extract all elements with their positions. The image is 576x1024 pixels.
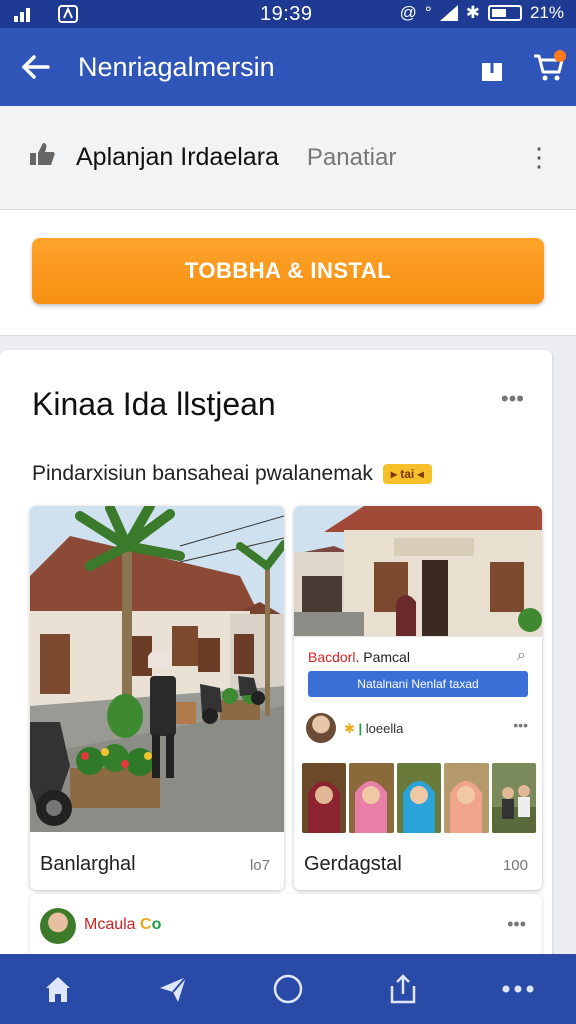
photo-card-left[interactable]: Banlarghal lo7 <box>30 506 284 890</box>
bottom-nav <box>0 954 576 1024</box>
photo-caption-left: Banlarghal <box>40 853 136 875</box>
thumbnail[interactable] <box>491 763 537 833</box>
nav-circle[interactable] <box>248 954 328 1024</box>
more-icon <box>502 985 534 993</box>
share-button[interactable] <box>464 28 520 106</box>
app-bar: Nenriagalmersin <box>0 28 576 106</box>
star-icon: ✱ <box>344 721 355 736</box>
install-section: TOBBHA & INSTAL <box>0 210 576 336</box>
battery-percent: 21% <box>529 3 564 22</box>
back-arrow-icon <box>21 55 50 79</box>
subheader-tag: Panatiar <box>306 143 397 171</box>
post-badge: ▸ tai ◂ <box>382 464 432 484</box>
nav-share[interactable] <box>363 954 443 1024</box>
send-icon <box>159 976 187 1002</box>
more-horizontal-icon[interactable]: ••• <box>501 386 524 412</box>
subheader-title: Aplanjan Irdaelara <box>76 143 279 171</box>
more-horizontal-icon[interactable]: ••• <box>513 717 528 733</box>
embedded-action-button[interactable]: Natalnani Nenlaf taxad <box>308 671 528 697</box>
battery-icon <box>487 5 522 21</box>
subheader: Aplanjan Irdaelara Panatiar ⋮ <box>0 106 576 210</box>
more-horizontal-icon[interactable]: ••• <box>507 914 526 935</box>
thumbnail[interactable] <box>396 763 442 833</box>
avatar[interactable] <box>306 713 336 743</box>
status-bar: 19:39 @ ° ✱ 21% <box>0 0 576 28</box>
avatar[interactable] <box>40 908 76 944</box>
app-notification-icon <box>58 5 78 23</box>
install-button[interactable]: TOBBHA & INSTAL <box>32 238 544 304</box>
thumbnail[interactable] <box>302 763 347 833</box>
signal-icon <box>14 8 30 22</box>
status-left <box>14 5 78 23</box>
bluetooth-icon: ✱ <box>465 3 480 22</box>
street-house-photo <box>30 506 284 832</box>
circle-icon <box>273 974 303 1004</box>
status-right: @ ° ✱ 21% <box>400 3 564 23</box>
status-time: 19:39 <box>260 3 313 25</box>
cart-badge-dot <box>554 50 566 62</box>
cell-signal-icon <box>439 5 458 21</box>
house-photo <box>294 506 542 636</box>
search-icon[interactable]: ⌕ <box>517 647 526 665</box>
nav-send[interactable] <box>133 954 213 1024</box>
post-title: Kinaa Ida llstjean <box>32 386 276 422</box>
share-icon <box>482 51 502 81</box>
at-icon: @ <box>399 3 417 22</box>
photo-count-left: lo7 <box>249 857 270 874</box>
embedded-post-card[interactable]: Bacdorl. Pamcal ⌕ Natalnani Nenlaf taxad… <box>294 636 542 836</box>
thumbs-up-icon[interactable] <box>28 141 76 174</box>
nav-more[interactable] <box>478 954 558 1024</box>
alarm-icon: ° <box>424 3 432 22</box>
share-icon <box>390 974 416 1004</box>
cart-button[interactable] <box>520 28 576 106</box>
post-subtitle: Pindarxisiun bansaheai pwalanemak <box>32 462 373 485</box>
thumbnail[interactable] <box>349 763 394 833</box>
embedded-user-name: ✱ | loeella <box>344 721 404 736</box>
more-vertical-icon[interactable]: ⋮ <box>526 142 552 173</box>
photo-card-right[interactable]: Bacdorl. Pamcal ⌕ Natalnani Nenlaf taxad… <box>294 506 542 890</box>
thumbnail[interactable] <box>444 763 489 833</box>
nav-home[interactable] <box>18 954 98 1024</box>
back-button[interactable] <box>0 28 70 106</box>
second-post-name: Mcaula Co <box>84 916 162 933</box>
post-subtitle-row: Pindarxisiun bansaheai pwalanemak ▸ tai … <box>32 462 432 486</box>
photo-count-right: 100 <box>502 857 528 874</box>
embedded-post-name: Bacdorl. Pamcal <box>308 649 410 665</box>
post-card: Kinaa Ida llstjean ••• Pindarxisiun bans… <box>0 350 552 970</box>
photo-caption-right: Gerdagstal <box>304 853 402 875</box>
app-title: Nenriagalmersin <box>78 51 275 82</box>
thumbnail-row <box>302 763 537 833</box>
home-icon <box>45 977 70 1002</box>
